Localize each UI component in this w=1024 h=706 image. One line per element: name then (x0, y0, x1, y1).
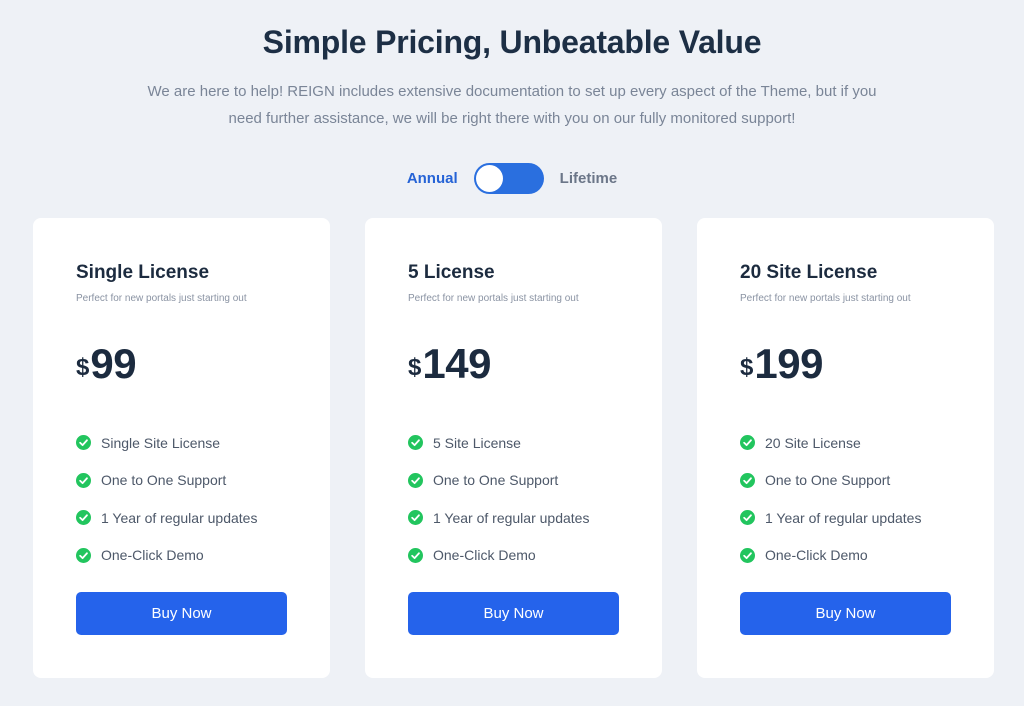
switch-knob (475, 164, 503, 192)
feature-item: Single Site License (76, 424, 257, 462)
plan-price: $ 149 (408, 342, 491, 386)
check-circle-icon (740, 435, 755, 451)
buy-now-button[interactable]: Buy Now (76, 592, 287, 635)
toggle-label-annual[interactable]: Annual (407, 170, 458, 187)
check-circle-icon (408, 435, 423, 451)
feature-item: 5 Site License (408, 424, 589, 462)
feature-label: One-Click Demo (101, 547, 204, 564)
feature-label: 1 Year of regular updates (765, 509, 922, 526)
check-circle-icon (740, 510, 755, 526)
pricing-page: Simple Pricing, Unbeatable Value We are … (0, 0, 1024, 706)
feature-item: 1 Year of regular updates (408, 499, 589, 537)
pricing-card-5-license: 5 License Perfect for new portals just s… (365, 218, 662, 678)
feature-label: One to One Support (433, 472, 559, 489)
feature-label: Single Site License (101, 434, 221, 451)
plan-tagline: Perfect for new portals just starting ou… (76, 293, 247, 304)
feature-label: One-Click Demo (765, 547, 868, 564)
feature-label: 5 Site License (433, 434, 521, 451)
price-currency: $ (740, 354, 754, 381)
subtitle-line-1: We are here to help! REIGN includes exte… (147, 83, 877, 100)
pricing-card-20-site-license: 20 Site License Perfect for new portals … (697, 218, 994, 678)
feature-label: 1 Year of regular updates (433, 509, 590, 526)
feature-item: One to One Support (408, 462, 589, 500)
feature-item: One to One Support (76, 462, 257, 500)
pricing-card-single-license: Single License Perfect for new portals j… (33, 218, 330, 678)
buy-now-button[interactable]: Buy Now (740, 592, 951, 635)
check-circle-icon (76, 435, 91, 451)
billing-toggle: Annual Lifetime (0, 161, 1024, 195)
check-circle-icon (740, 472, 755, 488)
feature-label: One to One Support (765, 472, 891, 489)
check-circle-icon (408, 510, 423, 526)
feature-item: 1 Year of regular updates (76, 499, 257, 537)
feature-label: 1 Year of regular updates (101, 509, 258, 526)
page-title: Simple Pricing, Unbeatable Value (262, 24, 762, 60)
feature-list: 5 Site License One to One Support 1 Year… (408, 424, 589, 574)
plan-price: $ 199 (740, 342, 823, 386)
feature-label: One to One Support (101, 472, 227, 489)
feature-item: One-Click Demo (76, 537, 257, 575)
price-amount: 149 (422, 340, 491, 387)
plan-tagline: Perfect for new portals just starting ou… (740, 293, 911, 304)
feature-item: 20 Site License (740, 424, 921, 462)
plan-title: Single License (76, 262, 210, 283)
feature-label: One-Click Demo (433, 547, 536, 564)
feature-item: One-Click Demo (408, 537, 589, 575)
price-amount: 199 (754, 340, 823, 387)
price-amount: 99 (90, 340, 137, 387)
plan-title: 20 Site License (740, 262, 878, 283)
subtitle-line-2: need further assistance, we will be righ… (228, 110, 796, 127)
price-currency: $ (76, 354, 90, 381)
plan-price: $ 99 (76, 340, 137, 387)
page-subtitle: We are here to help! REIGN includes exte… (112, 78, 912, 132)
feature-item: One to One Support (740, 462, 921, 500)
plan-tagline: Perfect for new portals just starting ou… (408, 293, 579, 304)
feature-list: Single Site License One to One Support 1… (76, 424, 257, 574)
feature-list: 20 Site License One to One Support 1 Yea… (740, 424, 921, 574)
price-currency: $ (408, 354, 422, 381)
feature-label: 20 Site License (765, 434, 861, 451)
plan-title: 5 License (408, 262, 495, 283)
buy-now-button[interactable]: Buy Now (408, 592, 619, 635)
billing-switch[interactable] (473, 162, 544, 194)
check-circle-icon (76, 510, 91, 526)
check-circle-icon (408, 547, 423, 563)
check-circle-icon (76, 472, 91, 488)
feature-item: One-Click Demo (740, 537, 921, 575)
feature-item: 1 Year of regular updates (740, 499, 921, 537)
check-circle-icon (408, 472, 423, 488)
check-circle-icon (740, 547, 755, 563)
check-circle-icon (76, 547, 91, 563)
toggle-label-lifetime[interactable]: Lifetime (560, 170, 618, 187)
